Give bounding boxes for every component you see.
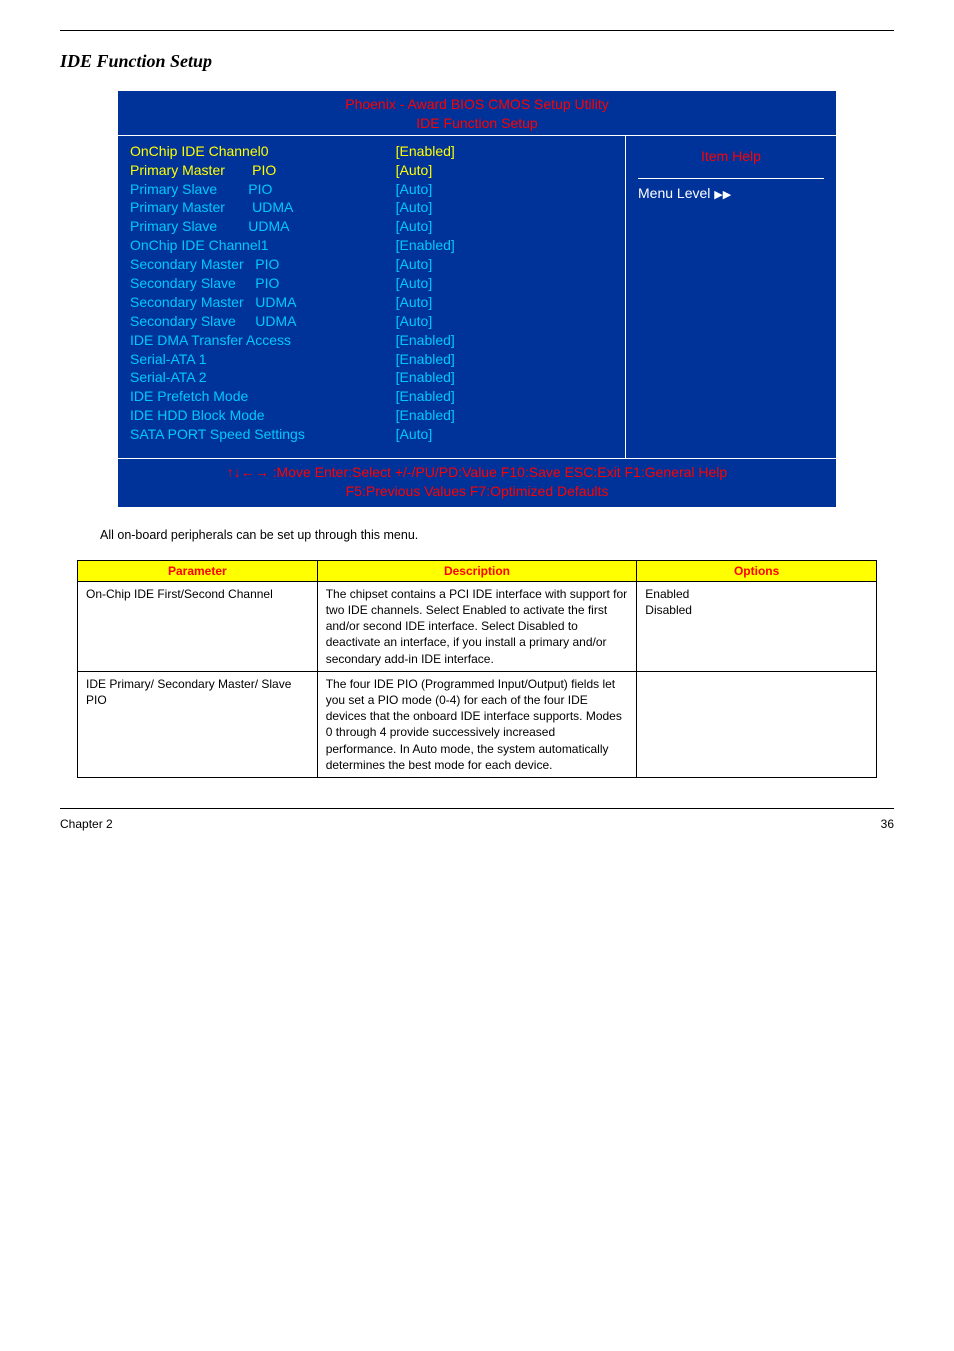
- bios-setting-label: Primary Master PIO: [130, 161, 396, 180]
- bios-setting-row: Secondary Master UDMA[Auto]: [130, 293, 613, 312]
- bios-help-panel: Item Help Menu Level ▶▶: [626, 136, 836, 458]
- bios-setting-row: IDE Prefetch Mode[Enabled]: [130, 387, 613, 406]
- bios-setting-row: Primary Slave PIO[Auto]: [130, 180, 613, 199]
- bios-setting-value: [Enabled]: [396, 406, 613, 425]
- menu-level-indicator-icon: ▶▶: [714, 189, 731, 201]
- bios-box: Phoenix - Award BIOS CMOS Setup Utility …: [117, 90, 837, 508]
- cell-description: The chipset contains a PCI IDE interface…: [317, 581, 637, 671]
- header-description: Description: [317, 560, 637, 581]
- bios-setting-label: IDE DMA Transfer Access: [130, 331, 396, 350]
- bios-footer: ↑↓←→ :Move Enter:Select +/-/PU/PD:Value …: [118, 458, 836, 507]
- parameter-table: Parameter Description Options On-Chip ID…: [77, 560, 877, 778]
- cell-description: The four IDE PIO (Programmed Input/Outpu…: [317, 671, 637, 777]
- bios-setting-value: [Enabled]: [396, 387, 613, 406]
- bios-setting-label: Primary Slave PIO: [130, 180, 396, 199]
- bios-setting-value: [Auto]: [396, 180, 613, 199]
- bios-setting-row: Primary Slave UDMA[Auto]: [130, 217, 613, 236]
- bios-setting-label: IDE HDD Block Mode: [130, 406, 396, 425]
- header-parameter: Parameter: [78, 560, 318, 581]
- bios-setting-row: Secondary Slave PIO[Auto]: [130, 274, 613, 293]
- footer-left: Chapter 2: [60, 817, 113, 831]
- bios-container: Phoenix - Award BIOS CMOS Setup Utility …: [60, 90, 894, 508]
- bios-setting-label: SATA PORT Speed Settings: [130, 425, 396, 444]
- page-title: IDE Function Setup: [60, 51, 894, 72]
- bios-setting-value: [Auto]: [396, 312, 613, 331]
- bios-setting-row: OnChip IDE Channel0[Enabled]: [130, 142, 613, 161]
- bios-setting-value: [Auto]: [396, 255, 613, 274]
- bios-setting-value: [Enabled]: [396, 350, 613, 369]
- bios-setting-row: SATA PORT Speed Settings[Auto]: [130, 425, 613, 444]
- bios-setting-label: Secondary Master UDMA: [130, 293, 396, 312]
- bios-header: Phoenix - Award BIOS CMOS Setup Utility …: [118, 91, 836, 136]
- bios-setting-value: [Auto]: [396, 217, 613, 236]
- cell-options: Enabled Disabled: [637, 581, 877, 671]
- bios-setting-label: Primary Master UDMA: [130, 198, 396, 217]
- bios-setting-value: [Auto]: [396, 293, 613, 312]
- bios-setting-row: IDE HDD Block Mode[Enabled]: [130, 406, 613, 425]
- bios-setting-value: [Enabled]: [396, 331, 613, 350]
- bios-setting-value: [Auto]: [396, 274, 613, 293]
- bios-setting-row: IDE DMA Transfer Access[Enabled]: [130, 331, 613, 350]
- header-options: Options: [637, 560, 877, 581]
- bios-setting-row: Primary Master UDMA[Auto]: [130, 198, 613, 217]
- bios-setting-value: [Enabled]: [396, 142, 613, 161]
- footer-right: 36: [881, 817, 894, 831]
- bios-setting-label: Secondary Slave PIO: [130, 274, 396, 293]
- bios-setting-label: Serial-ATA 2: [130, 368, 396, 387]
- table-row: On-Chip IDE First/Second ChannelThe chip…: [78, 581, 877, 671]
- bios-setting-label: OnChip IDE Channel0: [130, 142, 396, 161]
- bios-setting-row: Primary Master PIO[Auto]: [130, 161, 613, 180]
- caption-text: All on-board peripherals can be set up t…: [100, 528, 894, 542]
- bios-setting-row: OnChip IDE Channel1[Enabled]: [130, 236, 613, 255]
- bios-setting-value: [Enabled]: [396, 368, 613, 387]
- cell-parameter: On-Chip IDE First/Second Channel: [78, 581, 318, 671]
- bios-setting-value: [Auto]: [396, 425, 613, 444]
- bottom-rule: [60, 808, 894, 809]
- bios-setting-value: [Auto]: [396, 161, 613, 180]
- bios-settings-panel: OnChip IDE Channel0[Enabled]Primary Mast…: [118, 136, 626, 458]
- menu-level-label: Menu Level ▶▶: [638, 178, 824, 201]
- cell-parameter: IDE Primary/ Secondary Master/ Slave PIO: [78, 671, 318, 777]
- page-footer: Chapter 2 36: [60, 817, 894, 831]
- bios-setting-label: IDE Prefetch Mode: [130, 387, 396, 406]
- parameter-table-wrapper: Parameter Description Options On-Chip ID…: [60, 560, 894, 778]
- bios-setting-value: [Enabled]: [396, 236, 613, 255]
- bios-setting-label: Secondary Slave UDMA: [130, 312, 396, 331]
- bios-setting-row: Serial-ATA 2[Enabled]: [130, 368, 613, 387]
- bios-body: OnChip IDE Channel0[Enabled]Primary Mast…: [118, 136, 836, 458]
- bios-title-line-1: Phoenix - Award BIOS CMOS Setup Utility: [118, 95, 836, 114]
- item-help-heading: Item Help: [638, 142, 824, 178]
- cell-options: [637, 671, 877, 777]
- bios-setting-label: Secondary Master PIO: [130, 255, 396, 274]
- top-rule: [60, 30, 894, 31]
- table-row: IDE Primary/ Secondary Master/ Slave PIO…: [78, 671, 877, 777]
- bios-setting-row: Secondary Master PIO[Auto]: [130, 255, 613, 274]
- bios-setting-label: Primary Slave UDMA: [130, 217, 396, 236]
- bios-title-line-2: IDE Function Setup: [118, 114, 836, 133]
- bios-setting-label: Serial-ATA 1: [130, 350, 396, 369]
- bios-footer-line-1: ↑↓←→ :Move Enter:Select +/-/PU/PD:Value …: [124, 463, 830, 482]
- bios-setting-row: Serial-ATA 1[Enabled]: [130, 350, 613, 369]
- bios-footer-line-2: F5:Previous Values F7:Optimized Defaults: [124, 482, 830, 501]
- bios-setting-value: [Auto]: [396, 198, 613, 217]
- menu-level-text: Menu Level: [638, 185, 710, 201]
- bios-setting-label: OnChip IDE Channel1: [130, 236, 396, 255]
- bios-setting-row: Secondary Slave UDMA[Auto]: [130, 312, 613, 331]
